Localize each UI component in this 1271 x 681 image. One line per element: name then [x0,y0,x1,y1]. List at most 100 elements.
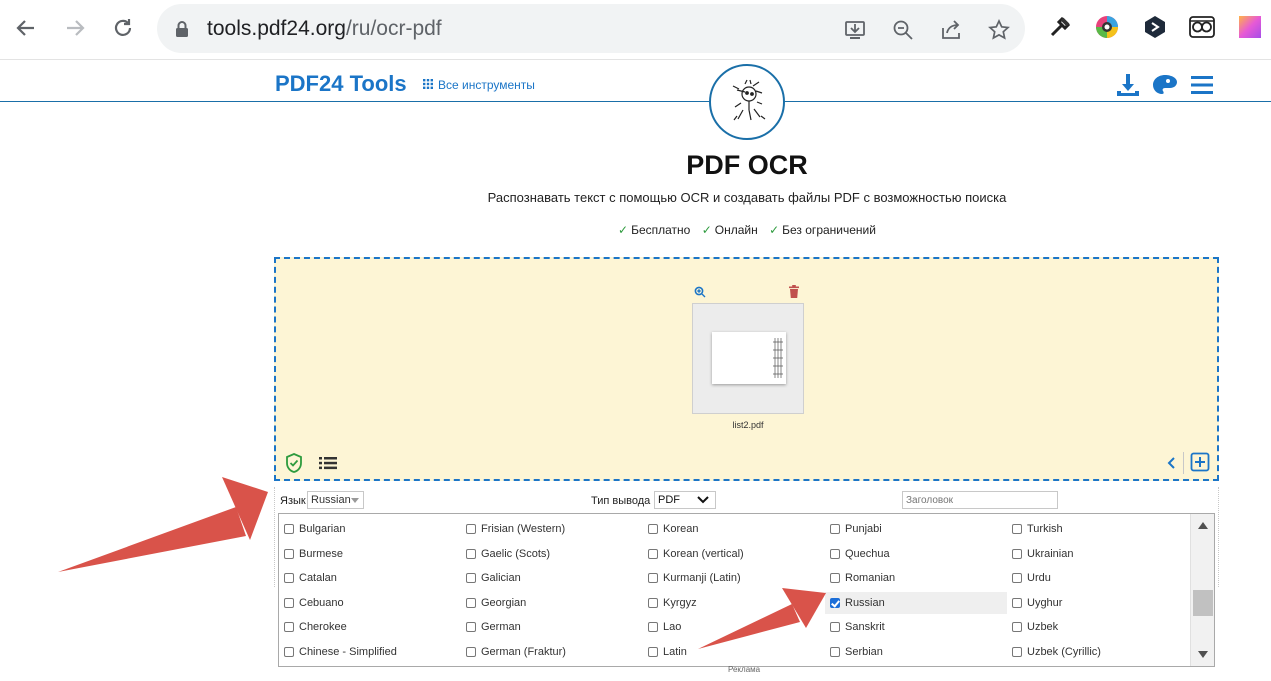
language-option[interactable]: Uzbek (Cyrillic) [1007,641,1177,663]
language-option[interactable]: Turkish [1007,518,1177,540]
eyedropper-icon[interactable] [1047,14,1073,40]
language-option[interactable]: Lao [643,616,818,638]
language-checkbox[interactable] [648,549,658,559]
language-option[interactable]: Uyghur [1007,592,1177,614]
language-checkbox[interactable] [648,598,658,608]
language-checkbox[interactable] [466,647,476,657]
language-option[interactable]: Gaelic (Scots) [461,543,633,565]
language-checkbox[interactable] [466,549,476,559]
language-option[interactable]: Korean [643,518,818,540]
url-text[interactable]: tools.pdf24.org/ru/ocr-pdf [207,17,442,41]
language-option[interactable]: Cherokee [279,616,449,638]
language-checkbox[interactable] [648,622,658,632]
language-option[interactable]: Quechua [825,543,1007,565]
extension-shield-icon[interactable] [1142,14,1168,40]
language-option[interactable]: Latin [643,641,818,663]
download-icon[interactable] [1115,72,1141,98]
list-view-icon[interactable] [319,455,337,471]
install-app-icon[interactable] [843,18,867,42]
chevron-down-icon [697,495,709,508]
language-option[interactable]: Galician [461,567,633,589]
language-checkbox[interactable] [1012,598,1022,608]
language-checkbox[interactable] [1012,647,1022,657]
file-dropzone[interactable]: list2.pdf [274,257,1219,481]
language-option[interactable]: Georgian [461,592,633,614]
language-checkbox[interactable] [1012,573,1022,583]
language-option-label: Galician [481,572,521,584]
language-checkbox[interactable] [284,573,294,583]
language-option[interactable]: Kurmanji (Latin) [643,567,818,589]
language-option[interactable]: Ukrainian [1007,543,1177,565]
language-option[interactable]: Urdu [1007,567,1177,589]
language-option[interactable]: Kyrgyz [643,592,818,614]
shield-check-icon[interactable] [284,452,304,474]
mascot-logo[interactable] [709,64,785,140]
language-option[interactable]: Punjabi [825,518,1007,540]
language-checkbox[interactable] [466,573,476,583]
owl-icon[interactable] [1189,14,1215,40]
language-list-scrollbar[interactable] [1190,514,1214,666]
language-option[interactable]: Bulgarian [279,518,449,540]
language-checkbox[interactable] [1012,549,1022,559]
trash-icon[interactable] [786,283,802,299]
language-select-value: Russian [311,494,351,506]
language-checkbox[interactable] [648,647,658,657]
language-option[interactable]: Chinese - Simplified [279,641,449,663]
language-option[interactable]: Serbian [825,641,1007,663]
language-checkbox[interactable] [466,622,476,632]
language-checkbox[interactable] [466,598,476,608]
scrollbar-thumb[interactable] [1193,590,1213,616]
address-bar[interactable]: tools.pdf24.org/ru/ocr-pdf [157,4,1025,53]
language-checkbox[interactable] [830,622,840,632]
language-option[interactable]: Russian [825,592,1007,614]
scroll-down-arrow-icon[interactable] [1198,651,1208,658]
reload-icon[interactable] [107,12,139,44]
document-title-input[interactable] [902,491,1058,509]
language-checkbox[interactable] [284,647,294,657]
language-option[interactable]: Korean (vertical) [643,543,818,565]
back-icon[interactable] [10,12,42,44]
language-checkbox[interactable] [830,573,840,583]
language-option[interactable]: German [461,616,633,638]
language-checkbox[interactable] [830,598,840,608]
language-checkbox[interactable] [648,573,658,583]
language-option[interactable]: Burmese [279,543,449,565]
language-checkbox[interactable] [284,524,294,534]
scroll-up-arrow-icon[interactable] [1198,522,1208,529]
lock-icon[interactable] [175,20,189,42]
language-checkbox[interactable] [466,524,476,534]
language-option[interactable]: Cebuano [279,592,449,614]
language-select[interactable]: Russian [307,491,364,509]
language-option[interactable]: Frisian (Western) [461,518,633,540]
language-checkbox[interactable] [830,524,840,534]
zoom-out-icon[interactable] [891,18,915,42]
theme-palette-icon[interactable] [1152,72,1178,98]
language-list[interactable]: Uzbek (Cyrillic) Uzbek Uyghur Urdu Ukrainian… [278,513,1215,667]
output-type-select[interactable]: PDF [654,491,716,509]
zoom-in-icon[interactable] [692,284,708,300]
language-checkbox[interactable] [830,549,840,559]
language-checkbox[interactable] [648,524,658,534]
chevron-left-icon[interactable] [1163,455,1179,471]
forward-icon[interactable] [59,12,91,44]
language-checkbox[interactable] [284,598,294,608]
menu-icon[interactable] [1189,72,1215,98]
share-icon[interactable] [939,18,963,42]
language-option[interactable]: Catalan [279,567,449,589]
language-option[interactable]: German (Fraktur) [461,641,633,663]
language-option[interactable]: Uzbek [1007,616,1177,638]
file-thumbnail[interactable] [692,303,804,414]
language-option[interactable]: Sanskrit [825,616,1007,638]
language-checkbox[interactable] [1012,622,1022,632]
color-picker-icon[interactable] [1094,14,1120,40]
language-checkbox[interactable] [284,549,294,559]
language-checkbox[interactable] [284,622,294,632]
all-tools-link[interactable]: Все инструменты [423,78,535,92]
language-checkbox[interactable] [830,647,840,657]
gradient-icon[interactable] [1237,14,1263,40]
language-checkbox[interactable] [1012,524,1022,534]
add-file-icon[interactable] [1190,452,1210,472]
language-option[interactable]: Romanian [825,567,1007,589]
bookmark-star-icon[interactable] [987,18,1011,42]
brand-logo-text[interactable]: PDF24 Tools [275,71,407,97]
